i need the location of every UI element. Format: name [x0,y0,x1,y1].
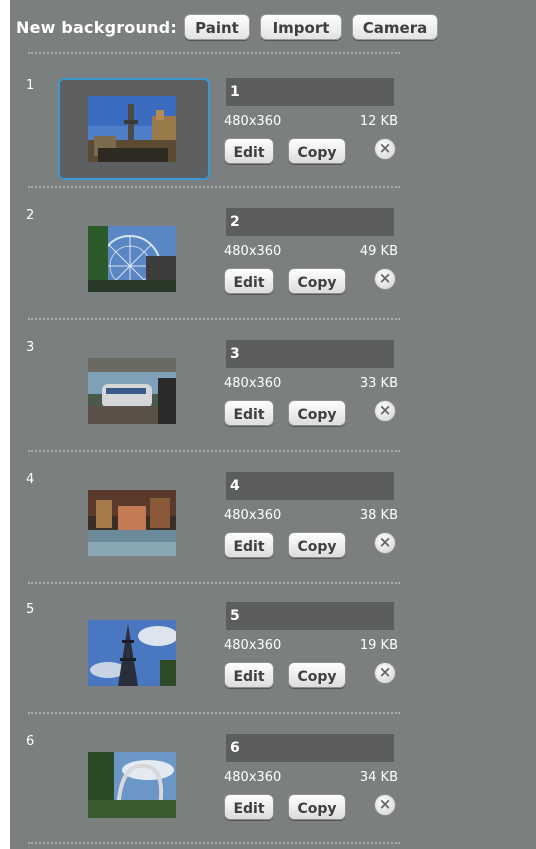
copy-button[interactable]: Copy [288,532,346,558]
item-number: 2 [26,208,35,223]
edit-button[interactable]: Edit [224,400,274,426]
background-name-field[interactable]: 6 [226,734,394,762]
background-name-field[interactable]: 2 [226,208,394,236]
file-size-text: 19 KB [359,638,398,653]
item-number: 1 [26,78,35,93]
copy-button[interactable]: Copy [288,794,346,820]
background-item[interactable]: 4 4 480x360 38 KB Edit Copy × [10,466,536,584]
file-size-text: 49 KB [359,244,398,259]
delete-icon[interactable]: × [374,268,396,290]
delete-icon[interactable]: × [374,532,396,554]
dimensions-text: 480x360 [224,376,282,391]
dimensions-text: 480x360 [224,508,282,523]
dimensions-text: 480x360 [224,114,282,129]
background-thumbnail[interactable] [88,752,176,818]
edit-button[interactable]: Edit [224,268,274,294]
background-thumbnail[interactable] [88,96,176,162]
import-button[interactable]: Import [260,14,342,40]
item-number: 3 [26,340,35,355]
delete-icon[interactable]: × [374,400,396,422]
copy-button[interactable]: Copy [288,268,346,294]
background-item[interactable]: 5 5 480x360 19 KB Edit Copy × [10,596,536,714]
delete-icon[interactable]: × [374,662,396,684]
edit-button[interactable]: Edit [224,794,274,820]
background-item[interactable]: 1 1 480x360 12 KB Edit Copy × [10,72,536,190]
file-size-text: 12 KB [359,114,398,129]
background-name-field[interactable]: 1 [226,78,394,106]
divider [28,582,400,584]
backgrounds-panel: New background: Paint Import Camera 1 1 … [10,0,536,849]
divider [28,450,400,452]
background-thumbnail[interactable] [88,620,176,686]
edit-button[interactable]: Edit [224,662,274,688]
new-background-toolbar: New background: Paint Import Camera [10,14,536,44]
item-number: 4 [26,472,35,487]
edit-button[interactable]: Edit [224,532,274,558]
dimensions-text: 480x360 [224,638,282,653]
divider [28,712,400,714]
new-background-label: New background: [16,18,177,37]
item-number: 5 [26,602,35,617]
edit-button[interactable]: Edit [224,138,274,164]
file-size-text: 33 KB [359,376,398,391]
background-item[interactable]: 3 3 480x360 33 KB Edit Copy × [10,334,536,452]
background-name-field[interactable]: 4 [226,472,394,500]
background-thumbnail[interactable] [88,490,176,556]
background-item[interactable]: 6 6 480x360 34 KB Edit Copy × [10,728,536,846]
paint-button[interactable]: Paint [184,14,250,40]
copy-button[interactable]: Copy [288,662,346,688]
divider [28,186,400,188]
divider [28,52,400,54]
copy-button[interactable]: Copy [288,400,346,426]
delete-icon[interactable]: × [374,138,396,160]
background-thumbnail[interactable] [88,358,176,424]
copy-button[interactable]: Copy [288,138,346,164]
file-size-text: 38 KB [359,508,398,523]
background-name-field[interactable]: 5 [226,602,394,630]
background-name-field[interactable]: 3 [226,340,394,368]
background-thumbnail[interactable] [88,226,176,292]
divider [28,842,400,844]
dimensions-text: 480x360 [224,244,282,259]
dimensions-text: 480x360 [224,770,282,785]
item-number: 6 [26,734,35,749]
background-item[interactable]: 2 2 480x360 49 KB Edit Copy × [10,202,536,320]
camera-button[interactable]: Camera [352,14,438,40]
divider [28,318,400,320]
file-size-text: 34 KB [359,770,398,785]
delete-icon[interactable]: × [374,794,396,816]
